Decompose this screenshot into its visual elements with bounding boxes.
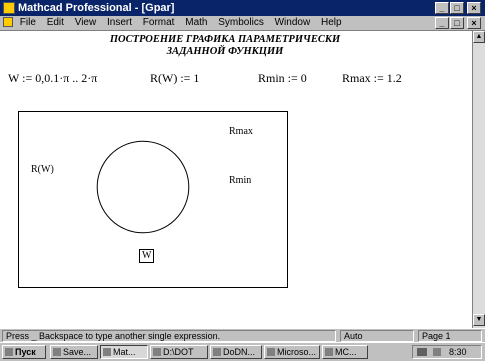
taskbar-button-mathcad[interactable]: Mat... bbox=[100, 345, 148, 359]
close-button[interactable]: × bbox=[467, 2, 481, 14]
window-title: Mathcad Professional - [Gpar] bbox=[18, 2, 175, 14]
app-icon bbox=[325, 348, 333, 356]
taskbar-button-6-label: MC... bbox=[335, 347, 357, 357]
vertical-scrollbar[interactable]: ▲ ▼ bbox=[472, 31, 485, 328]
taskbar-button-1[interactable]: Save... bbox=[50, 345, 98, 359]
app-icon bbox=[103, 348, 111, 356]
menu-view[interactable]: View bbox=[71, 16, 101, 30]
status-bar: Press _ Backspace to type another single… bbox=[0, 328, 485, 343]
keyboard-layout-icon[interactable] bbox=[417, 348, 427, 356]
title-bar: Mathcad Professional - [Gpar] _ □ × bbox=[0, 0, 485, 16]
taskbar-button-mathcad-label: Mat... bbox=[113, 347, 136, 357]
plot-rmin-label: Rmin bbox=[229, 175, 252, 186]
app-icon bbox=[153, 348, 161, 356]
taskbar-button-4[interactable]: DoDN... bbox=[210, 345, 262, 359]
worksheet-heading: ПОСТРОЕНИЕ ГРАФИКА ПАРАМЕТРИЧЕСКИ ЗАДАНН… bbox=[60, 34, 390, 58]
app-icon bbox=[267, 348, 275, 356]
menu-insert[interactable]: Insert bbox=[103, 16, 136, 30]
start-button[interactable]: Пуск bbox=[2, 345, 46, 359]
rmin-definition[interactable]: Rmin := 0 bbox=[258, 71, 307, 86]
worksheet[interactable]: ПОСТРОЕНИЕ ГРАФИКА ПАРАМЕТРИЧЕСКИ ЗАДАНН… bbox=[0, 31, 473, 328]
taskbar-button-5-label: Microso... bbox=[277, 347, 317, 357]
status-mode: Auto bbox=[340, 330, 414, 342]
menu-bar: File Edit View Insert Format Math Symbol… bbox=[0, 16, 485, 31]
polar-plot[interactable]: R(W) Rmax Rmin W bbox=[18, 111, 288, 288]
doc-close-button[interactable]: × bbox=[467, 17, 481, 29]
r-function-definition[interactable]: R(W) := 1 bbox=[150, 71, 199, 86]
menu-help[interactable]: Help bbox=[317, 16, 346, 30]
scroll-down-button[interactable]: ▼ bbox=[473, 314, 485, 326]
heading-line-1: ПОСТРОЕНИЕ ГРАФИКА ПАРАМЕТРИЧЕСКИ bbox=[109, 34, 341, 45]
menu-edit[interactable]: Edit bbox=[43, 16, 68, 30]
status-message: Press _ Backspace to type another single… bbox=[2, 330, 336, 342]
start-label: Пуск bbox=[15, 347, 36, 357]
maximize-button[interactable]: □ bbox=[450, 2, 464, 14]
mathcad-app-icon[interactable] bbox=[3, 2, 15, 14]
taskbar: Пуск Save... Mat... D:\DOT DoDN... Micro… bbox=[0, 342, 485, 361]
taskbar-button-3[interactable]: D:\DOT bbox=[150, 345, 208, 359]
app-icon bbox=[213, 348, 221, 356]
plot-rmax-label: Rmax bbox=[229, 126, 253, 137]
polar-curve bbox=[96, 140, 190, 234]
menu-format[interactable]: Format bbox=[139, 16, 179, 30]
status-page: Page 1 bbox=[418, 330, 482, 342]
menu-window[interactable]: Window bbox=[271, 16, 315, 30]
system-tray: 8:30 bbox=[412, 345, 482, 359]
scroll-up-button[interactable]: ▲ bbox=[473, 31, 485, 43]
document-icon[interactable] bbox=[3, 17, 13, 28]
taskbar-button-5[interactable]: Microso... bbox=[264, 345, 320, 359]
volume-icon[interactable] bbox=[432, 348, 441, 356]
windows-logo-icon bbox=[5, 348, 13, 356]
menu-symbolics[interactable]: Symbolics bbox=[214, 16, 268, 30]
heading-line-2: ЗАДАННОЙ ФУНКЦИИ bbox=[166, 46, 284, 57]
taskbar-button-1-label: Save... bbox=[63, 347, 92, 357]
taskbar-button-6[interactable]: MC... bbox=[322, 345, 368, 359]
menu-file[interactable]: File bbox=[16, 16, 40, 30]
app-icon bbox=[53, 348, 61, 356]
rmax-definition[interactable]: Rmax := 1.2 bbox=[342, 71, 402, 86]
taskbar-button-4-label: DoDN... bbox=[223, 347, 256, 357]
menu-math[interactable]: Math bbox=[181, 16, 211, 30]
doc-restore-button[interactable]: □ bbox=[450, 17, 464, 29]
doc-minimize-button[interactable]: _ bbox=[435, 17, 449, 29]
clock: 8:30 bbox=[449, 347, 467, 357]
w-range-definition[interactable]: W := 0,0.1·π .. 2·π bbox=[8, 71, 97, 86]
taskbar-button-3-label: D:\DOT bbox=[163, 347, 194, 357]
minimize-button[interactable]: _ bbox=[435, 2, 449, 14]
plot-y-label: R(W) bbox=[31, 164, 54, 175]
plot-x-label[interactable]: W bbox=[139, 249, 155, 263]
